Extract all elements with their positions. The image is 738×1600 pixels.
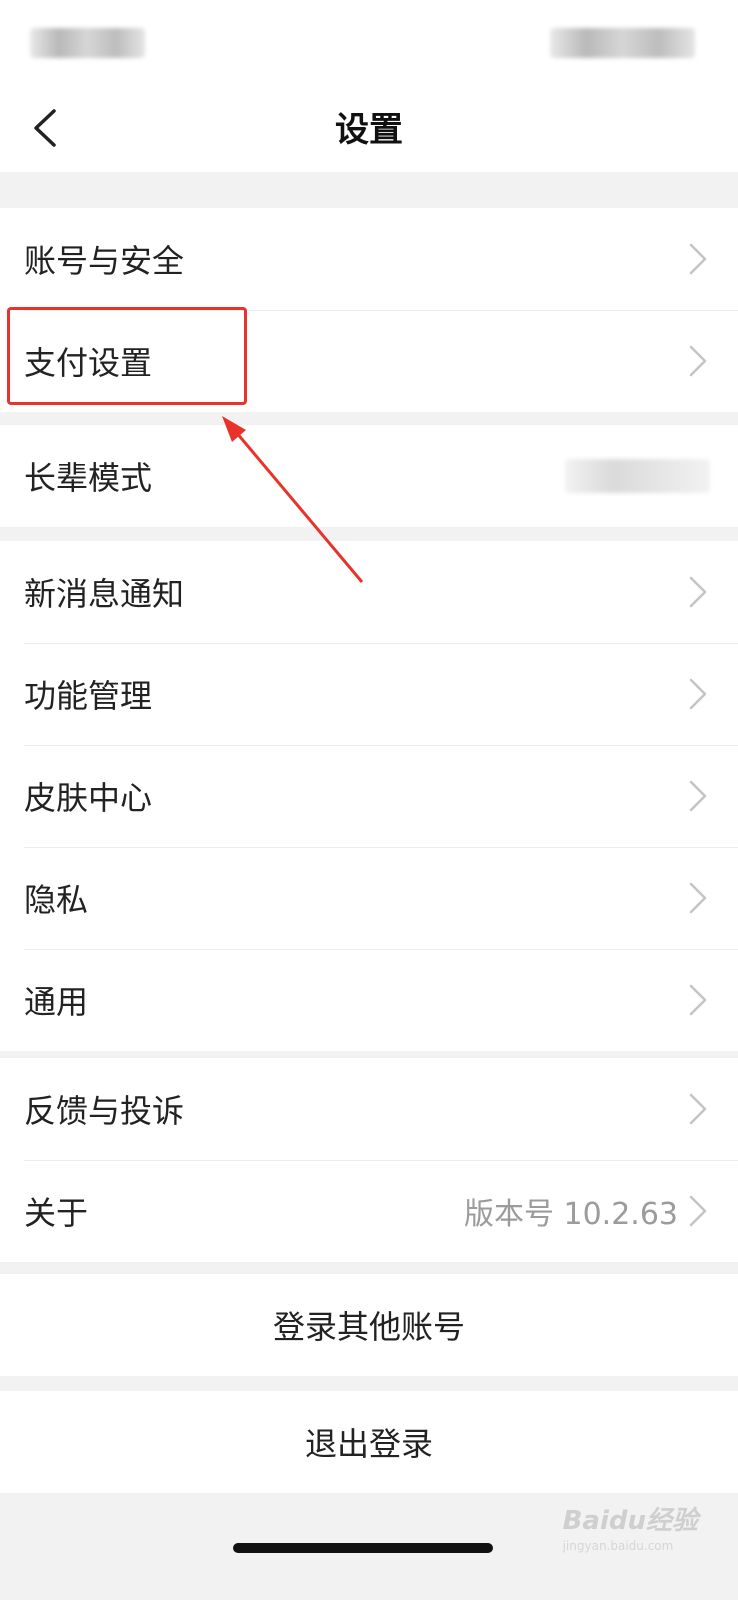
nav-bar: 设置 [0, 88, 738, 172]
settings-group-about: 反馈与投诉 关于 版本号 10.2.63 [0, 1058, 738, 1262]
settings-group-account: 账号与安全 支付设置 [0, 208, 738, 412]
settings-item-label: 支付设置 [24, 344, 153, 382]
switch-account-button[interactable]: 登录其他账号 [0, 1274, 738, 1376]
settings-item-label: 功能管理 [24, 677, 153, 715]
logout-button[interactable]: 退出登录 [0, 1391, 738, 1493]
settings-item-privacy[interactable]: 隐私 [0, 847, 738, 949]
logout-group: 退出登录 [0, 1391, 738, 1493]
settings-item-label: 通用 [24, 983, 89, 1021]
status-time-blurred [30, 28, 145, 58]
chevron-right-icon [688, 778, 710, 814]
chevron-right-icon [688, 241, 710, 277]
chevron-right-icon [688, 982, 710, 1018]
settings-item-skin-center[interactable]: 皮肤中心 [0, 745, 738, 847]
status-bar [0, 0, 738, 88]
settings-item-elder-mode[interactable]: 长辈模式 [0, 425, 738, 527]
settings-item-label: 皮肤中心 [24, 779, 153, 817]
settings-item-about[interactable]: 关于 版本号 10.2.63 [0, 1160, 738, 1262]
settings-item-feature-management[interactable]: 功能管理 [0, 643, 738, 745]
chevron-right-icon [688, 1091, 710, 1127]
baidu-watermark: Baidu经验 jingyan.baidu.com [563, 1500, 698, 1553]
settings-item-account-security[interactable]: 账号与安全 [0, 208, 738, 310]
switch-account-group: 登录其他账号 [0, 1274, 738, 1376]
status-icons-blurred [550, 28, 695, 58]
chevron-right-icon [688, 880, 710, 916]
settings-item-label: 关于 [24, 1194, 89, 1232]
settings-item-label: 长辈模式 [24, 459, 153, 497]
settings-item-label: 隐私 [24, 881, 89, 919]
watermark-url: jingyan.baidu.com [562, 1539, 674, 1553]
chevron-right-icon [688, 343, 710, 379]
page-title: 设置 [335, 110, 403, 150]
settings-item-label: 新消息通知 [24, 575, 185, 613]
chevron-right-icon [688, 676, 710, 712]
chevron-right-icon [688, 1193, 710, 1229]
settings-group-general: 新消息通知 功能管理 皮肤中心 隐私 通用 [0, 541, 738, 1051]
settings-item-label: 反馈与投诉 [24, 1092, 185, 1130]
settings-group-elder-mode: 长辈模式 [0, 425, 738, 527]
settings-item-payment[interactable]: 支付设置 [0, 310, 738, 412]
settings-item-general[interactable]: 通用 [0, 949, 738, 1051]
chevron-right-icon [688, 574, 710, 610]
version-text: 版本号 10.2.63 [463, 1197, 678, 1232]
settings-item-label: 账号与安全 [24, 242, 185, 280]
watermark-brand: Baidu经验 [562, 1506, 698, 1536]
elder-mode-toggle-blurred[interactable] [565, 459, 710, 493]
settings-item-feedback[interactable]: 反馈与投诉 [0, 1058, 738, 1160]
settings-item-notifications[interactable]: 新消息通知 [0, 541, 738, 643]
home-indicator[interactable] [233, 1543, 493, 1553]
